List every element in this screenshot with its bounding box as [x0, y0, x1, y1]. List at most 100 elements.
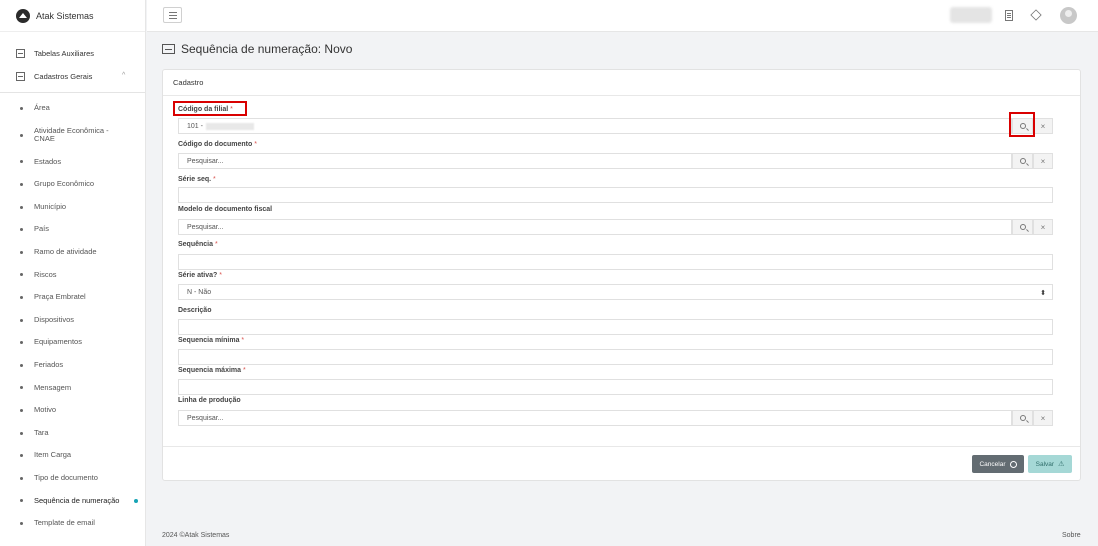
linha-producao-clear-button[interactable]: ×: [1033, 410, 1053, 426]
package-icon[interactable]: [1030, 9, 1042, 21]
search-icon: [1019, 415, 1026, 421]
select-value: N - Não: [187, 288, 212, 296]
page-title-text: Sequência de numeração: Novo: [181, 42, 353, 56]
label-text: Código do documento: [178, 141, 253, 148]
topbar: [147, 0, 1098, 32]
label-text: Série ativa?: [178, 272, 218, 279]
select-arrow-icon: ⬍: [1040, 290, 1046, 297]
close-icon: ×: [1040, 121, 1046, 131]
menu-line: [169, 18, 177, 19]
avatar[interactable]: [1060, 7, 1077, 24]
codigo-documento-label: Código do documento *: [178, 141, 257, 148]
sidebar-item-label: Template de email: [34, 518, 95, 528]
sidebar-item-grupo-economico[interactable]: Grupo Econômico: [0, 173, 145, 196]
brand[interactable]: Atak Sistemas: [0, 0, 145, 32]
bullet-icon: [20, 318, 23, 322]
sidebar-item-ramo-atividade[interactable]: Ramo de atividade: [0, 241, 145, 264]
linha-producao-search-button[interactable]: [1012, 410, 1033, 426]
label-text: Sequencia máxima: [178, 367, 242, 374]
modelo-documento-label: Modelo de documento fiscal: [178, 206, 272, 213]
sidebar-item-motivo[interactable]: Motivo: [0, 399, 145, 422]
sidebar-item-label: País: [34, 224, 50, 234]
sidebar-item-municipio[interactable]: Município: [0, 196, 145, 219]
codigo-documento-clear-button[interactable]: ×: [1033, 153, 1053, 169]
linha-producao-label: Linha de produção: [178, 397, 241, 404]
brand-name: Atak Sistemas: [36, 10, 94, 21]
footer-copyright: 2024 ©Atak Sistemas: [162, 532, 230, 539]
warning-icon: ⚠: [1058, 461, 1065, 468]
descricao-input[interactable]: [178, 319, 1053, 335]
label-text: Sequencia mínima: [178, 337, 240, 344]
serie-seq-label: Série seq. *: [178, 176, 216, 183]
sequencia-minima-label: Sequencia mínima *: [178, 337, 244, 344]
linha-producao-input[interactable]: Pesquisar...: [178, 410, 1012, 426]
form-card: Cadastro Código da filial * 101 - × Códi…: [162, 69, 1081, 481]
hamburger-menu-button[interactable]: [163, 7, 182, 23]
active-indicator-icon: [134, 498, 138, 503]
sidebar-item-label: Dispositivos: [34, 314, 75, 324]
serie-ativa-select[interactable]: N - Não ⬍: [178, 284, 1053, 300]
building-icon[interactable]: [1005, 10, 1013, 21]
codigo-documento-search-button[interactable]: [1012, 153, 1033, 169]
input-placeholder: Pesquisar...: [187, 414, 224, 422]
codigo-filial-clear-button[interactable]: ×: [1033, 118, 1053, 134]
required-mark: *: [213, 176, 216, 183]
sidebar-section-label: Cadastros Gerais: [34, 72, 93, 81]
sidebar-item-label: Feriados: [34, 359, 64, 369]
modelo-documento-input[interactable]: Pesquisar...: [178, 219, 1012, 235]
cancel-label: Cancelar: [979, 460, 1006, 468]
sidebar-item-pais[interactable]: País: [0, 218, 145, 241]
cancel-button[interactable]: Cancelar: [972, 455, 1024, 473]
sidebar-item-label: Município: [34, 201, 67, 211]
bullet-icon: [20, 341, 23, 345]
sidebar-item-label: Tara: [34, 427, 49, 437]
sequencia-maxima-input[interactable]: [178, 379, 1053, 395]
label-text: Sequência: [178, 241, 214, 248]
sidebar-item-label: Riscos: [34, 269, 57, 279]
sidebar-section-tabelas-auxiliares[interactable]: Tabelas Auxiliares: [0, 42, 145, 65]
bullet-icon: [20, 521, 23, 525]
sidebar-item-template-email[interactable]: Template de email: [0, 512, 145, 535]
highlight-box: [1009, 112, 1035, 137]
sidebar-item-tipo-documento[interactable]: Tipo de documento: [0, 467, 145, 490]
sidebar-item-mensagem[interactable]: Mensagem: [0, 377, 145, 400]
chevron-up-icon: ^: [122, 72, 126, 79]
sidebar-item-label: Praça Embratel: [34, 292, 86, 302]
sequencia-maxima-label: Sequencia máxima *: [178, 367, 246, 374]
sidebar-item-area[interactable]: Área: [0, 97, 145, 120]
sidebar-section-cadastros-gerais[interactable]: Cadastros Gerais ^: [0, 65, 145, 88]
sidebar-item-feriados[interactable]: Feriados: [0, 354, 145, 377]
bullet-icon: [20, 454, 23, 458]
bullet-icon: [20, 499, 23, 503]
sequencia-input[interactable]: [178, 254, 1053, 270]
sidebar-item-label: Mensagem: [34, 382, 72, 392]
input-value: 101 -: [187, 122, 203, 130]
codigo-documento-input[interactable]: Pesquisar...: [178, 153, 1012, 169]
sidebar-item-label: Item Carga: [34, 450, 72, 460]
close-icon: ×: [1040, 156, 1046, 166]
sidebar-item-equipamentos[interactable]: Equipamentos: [0, 331, 145, 354]
sidebar-item-dispositivos[interactable]: Dispositivos: [0, 309, 145, 332]
sidebar-item-tara[interactable]: Tara: [0, 422, 145, 445]
sidebar-item-riscos[interactable]: Riscos: [0, 264, 145, 287]
save-button[interactable]: Salvar ⚠: [1028, 455, 1072, 473]
menu-line: [169, 15, 177, 16]
codigo-filial-input[interactable]: 101 -: [178, 118, 1012, 134]
sidebar-section-label: Tabelas Auxiliares: [34, 49, 95, 58]
sidebar-item-cnae[interactable]: Atividade Econômica - CNAE: [0, 120, 145, 151]
sequencia-minima-input[interactable]: [178, 349, 1053, 365]
sidebar-item-label: Tipo de documento: [34, 472, 98, 482]
modelo-documento-search-button[interactable]: [1012, 219, 1033, 235]
label-text: Modelo de documento fiscal: [178, 206, 273, 213]
form-icon: [162, 44, 175, 54]
sidebar-item-estados[interactable]: Estados: [0, 151, 145, 174]
sidebar-item-praca-embratel[interactable]: Praça Embratel: [0, 286, 145, 309]
sidebar-item-label: Sequência de numeração: [34, 495, 120, 505]
user-name-redacted: [950, 7, 992, 23]
sidebar-item-item-carga[interactable]: Item Carga: [0, 444, 145, 467]
input-placeholder: Pesquisar...: [187, 223, 224, 231]
modelo-documento-clear-button[interactable]: ×: [1033, 219, 1053, 235]
sidebar-item-sequencia-numeracao[interactable]: Sequência de numeração: [0, 490, 145, 513]
serie-seq-input[interactable]: [178, 187, 1053, 203]
footer-about-link[interactable]: Sobre: [1062, 532, 1081, 539]
